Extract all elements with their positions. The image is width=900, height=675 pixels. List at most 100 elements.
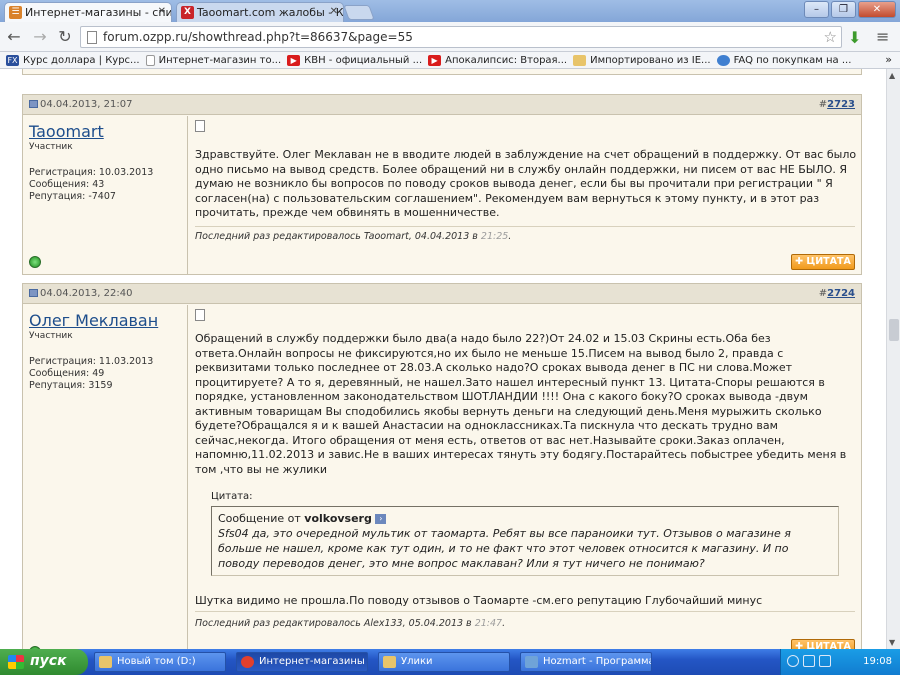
bookmark-item[interactable]: FAQ по покупкам на ... (716, 54, 852, 66)
menu-icon[interactable]: ≡ (876, 27, 889, 46)
tab-taoomart-complaints[interactable]: X Taoomart.com жалобы - Ки ✕ (176, 2, 344, 22)
bookmarks-overflow-button[interactable]: » (885, 53, 892, 66)
view-post-arrow-icon[interactable]: › (375, 514, 387, 524)
download-extension-icon[interactable]: ⬇ (848, 28, 861, 47)
start-button[interactable]: пуск (0, 649, 88, 675)
message-body: Здравствуйте. Олег Меклаван не в вводите… (195, 148, 857, 219)
quote-block: Цитата: Сообщение от volkovserg › Sfs04 … (211, 491, 839, 576)
divider (195, 226, 855, 227)
picture-icon (525, 656, 538, 668)
username-link[interactable]: Олег Меклаван (29, 311, 181, 330)
page-icon (87, 31, 97, 44)
bookmark-label: Импортировано из IE... (590, 54, 711, 66)
user-info: Олег Меклаван Участник Регистрация: 11.0… (23, 305, 188, 649)
folder-icon (383, 656, 396, 668)
new-tab-button[interactable] (343, 5, 375, 20)
taskbar-item[interactable]: Новый том (D:) (94, 652, 226, 672)
taskbar-item-label: Улики (401, 656, 433, 667)
close-tab-icon[interactable]: ✕ (158, 6, 166, 17)
online-status-icon (29, 256, 41, 268)
user-stats: Регистрация: 11.03.2013 Сообщения: 49 Ре… (29, 356, 181, 392)
page-scrollbar[interactable]: ▲ ▼ (886, 69, 900, 649)
bookmark-item[interactable]: Импортировано из IE... (573, 54, 711, 66)
bookmark-star-icon[interactable]: ☆ (824, 28, 837, 46)
post-number[interactable]: #2724 (819, 288, 855, 299)
quote-text: Sfs04 да, это очередной мультик от таома… (218, 527, 791, 570)
bookmark-label: FAQ по покупкам на ... (733, 54, 852, 66)
user-stats: Регистрация: 10.03.2013 Сообщения: 43 Ре… (29, 167, 181, 203)
bookmark-label: Курс доллара | Курс... (23, 54, 140, 66)
forward-arrow-icon[interactable]: → (30, 27, 50, 47)
fx-icon: FX (6, 54, 19, 66)
system-tray: 19:08 (780, 649, 900, 675)
edited-note: Последний раз редактировалось Alex133, 0… (195, 618, 506, 629)
network-icon[interactable] (803, 655, 815, 667)
taskbar-item[interactable]: Улики (378, 652, 510, 672)
message-count: Сообщения: 49 (29, 368, 105, 379)
message-icon (195, 309, 205, 321)
quote-plus-icon: ✚ (795, 256, 807, 267)
address-bar[interactable]: ☆ (80, 26, 842, 48)
post-header: 04.04.2013, 21:07 #2723 (23, 95, 861, 115)
url-input[interactable] (103, 29, 803, 45)
reputation: Репутация: 3159 (29, 380, 113, 391)
youtube-icon: ▶ (428, 54, 442, 66)
chrome-icon (241, 656, 254, 668)
taskbar-item-label: Новый том (D:) (117, 656, 196, 667)
quote-author-name: volkovserg (304, 512, 372, 525)
divider (195, 611, 855, 612)
close-window-button[interactable]: ✕ (858, 1, 896, 18)
back-arrow-icon[interactable]: ← (4, 27, 24, 47)
post-number[interactable]: #2723 (819, 99, 855, 110)
scroll-down-icon[interactable]: ▼ (889, 638, 895, 647)
bookmark-label: КВН - официальный ... (304, 54, 423, 66)
tab-title: Интернет-магазины - списс (25, 6, 172, 19)
post-icon (29, 100, 38, 108)
taskbar: пуск Новый том (D:) Интернет-магазины ..… (0, 649, 900, 675)
globe-icon (716, 54, 730, 66)
bookmark-item[interactable]: ▶ Апокалипсис: Вторая... (428, 54, 568, 66)
quote-button[interactable]: ✚ ЦИТАТА (791, 254, 855, 270)
taskbar-item-label: Интернет-магазины ... (259, 656, 368, 667)
username-link[interactable]: Taoomart (29, 122, 181, 141)
quote-button[interactable]: ✚ ЦИТАТА (791, 639, 855, 649)
message-column: Здравствуйте. Олег Меклаван не в вводите… (195, 116, 857, 274)
close-tab-icon[interactable]: ✕ (330, 6, 338, 17)
scroll-thumb[interactable] (889, 319, 899, 341)
reload-icon[interactable]: ↻ (55, 27, 75, 47)
x-favicon-icon: X (181, 6, 194, 19)
post-date: 04.04.2013, 22:40 (29, 288, 132, 299)
bookmark-label: Интернет-магазин то... (158, 54, 282, 66)
user-role: Участник (29, 331, 73, 341)
tab-title: Taoomart.com жалобы - Ки (197, 6, 344, 19)
bookmark-item[interactable]: Интернет-магазин то... (145, 54, 282, 66)
bookmarks-bar: FX Курс доллара | Курс... Интернет-магаз… (0, 52, 900, 69)
folder-icon (99, 656, 112, 668)
user-role: Участник (29, 142, 73, 152)
page-content: 04.04.2013, 21:07 #2723 Taoomart Участни… (0, 69, 886, 649)
scroll-up-icon[interactable]: ▲ (889, 71, 895, 80)
taskbar-item-label: Hozmart - Программа... (543, 656, 651, 667)
clock[interactable]: 19:08 (863, 656, 892, 667)
message-column: Обращений в службу поддержки было два(а … (195, 305, 855, 649)
post-date: 04.04.2013, 21:07 (29, 99, 132, 110)
taskbar-item[interactable]: Hozmart - Программа... (520, 652, 652, 672)
bookmark-item[interactable]: FX Курс доллара | Курс... (6, 54, 140, 66)
forum-favicon-icon: ☰ (9, 6, 22, 19)
quote-author: Сообщение от volkovserg › (218, 511, 832, 526)
taskbar-item-active[interactable]: Интернет-магазины ... (236, 652, 368, 672)
quote-label: Цитата: (211, 491, 253, 502)
tray-back-icon[interactable] (787, 655, 799, 667)
edited-note: Последний раз редактировалось Taoomart, … (195, 231, 512, 242)
page-icon (145, 54, 155, 66)
volume-icon[interactable] (819, 655, 831, 667)
minimize-button[interactable]: – (804, 1, 829, 18)
message-body: Обращений в службу поддержки было два(а … (195, 332, 847, 476)
start-label: пуск (30, 653, 67, 669)
post: 04.04.2013, 22:40 #2724 Олег Меклаван Уч… (22, 283, 862, 649)
tab-forum[interactable]: ☰ Интернет-магазины - списс ✕ (4, 2, 172, 22)
bookmark-item[interactable]: ▶ КВН - официальный ... (287, 54, 423, 66)
bookmark-label: Апокалипсис: Вторая... (445, 54, 568, 66)
message-body-continued: Шутка видимо не прошла.По поводу отзывов… (195, 594, 763, 607)
maximize-button[interactable]: ❐ (831, 1, 856, 18)
